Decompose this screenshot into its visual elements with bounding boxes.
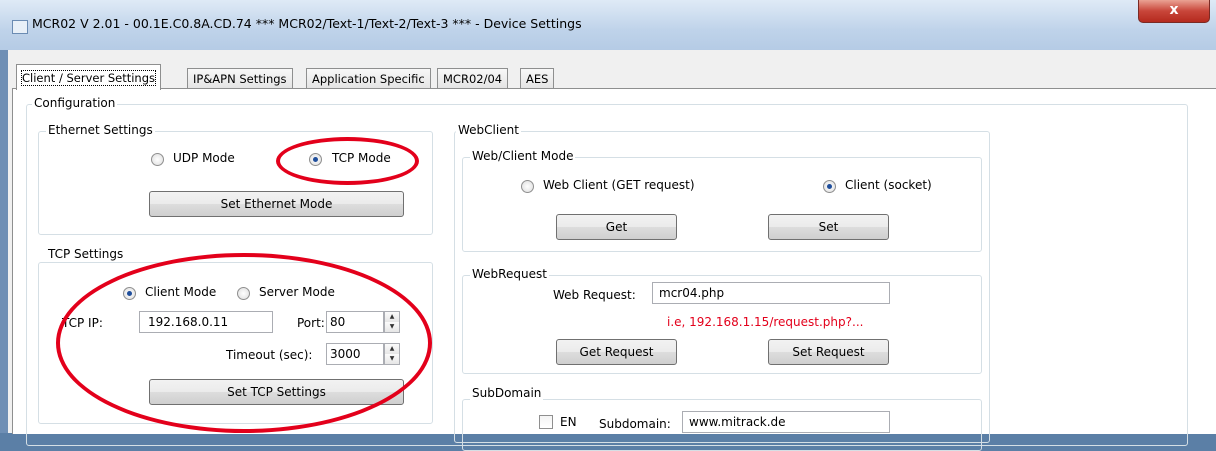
tcp-mode-label[interactable]: TCP Mode: [332, 151, 391, 165]
tab-label: AES: [526, 72, 549, 86]
tab-label: Client / Server Settings: [20, 70, 157, 86]
webclient-label: WebClient: [456, 123, 521, 137]
tcp-settings-label: TCP Settings: [46, 247, 126, 261]
close-button[interactable]: x: [1138, 0, 1210, 23]
subdomain-group-label: SubDomain: [470, 386, 544, 400]
client-mode-label[interactable]: Client Mode: [145, 285, 216, 299]
web-client-get-radio[interactable]: [521, 180, 534, 193]
port-input[interactable]: 80: [326, 311, 384, 333]
udp-mode-radio[interactable]: [151, 153, 164, 166]
subdomain-enable-label[interactable]: EN: [560, 415, 577, 429]
tab-mcr02-04[interactable]: MCR02/04: [437, 68, 509, 89]
timeout-input[interactable]: 3000: [326, 343, 384, 365]
client-socket-radio[interactable]: [823, 180, 836, 193]
window-titlebar[interactable]: MCR02 V 2.01 - 00.1E.C0.8A.CD.74 *** MCR…: [0, 0, 1216, 50]
web-request-hint: i.e, 192.168.1.15/request.php?...: [667, 315, 864, 329]
webrequest-label: WebRequest: [470, 267, 549, 281]
tab-label: IP&APN Settings: [193, 72, 287, 86]
subdomain-label: Subdomain:: [599, 417, 671, 431]
get-request-button[interactable]: Get Request: [556, 339, 677, 365]
spin-down-icon[interactable]: ▼: [385, 354, 399, 364]
client-socket-label[interactable]: Client (socket): [845, 178, 932, 192]
ethernet-settings-group: [38, 131, 433, 235]
close-icon: x: [1169, 2, 1179, 18]
port-spinner[interactable]: ▲ ▼: [384, 311, 400, 333]
set-ethernet-mode-button[interactable]: Set Ethernet Mode: [149, 191, 404, 217]
get-mode-button[interactable]: Get: [556, 214, 677, 240]
set-mode-button[interactable]: Set: [768, 214, 889, 240]
tcp-ip-label: TCP IP:: [62, 316, 103, 330]
configuration-group-label: Configuration: [32, 96, 118, 110]
udp-mode-label[interactable]: UDP Mode: [173, 151, 235, 165]
tab-label: Application Specific: [312, 72, 425, 86]
server-mode-label[interactable]: Server Mode: [259, 285, 335, 299]
tab-client-server-settings[interactable]: Client / Server Settings: [16, 64, 162, 90]
subdomain-enable-checkbox[interactable]: [539, 415, 553, 429]
tcp-ip-input[interactable]: 192.168.0.11: [139, 311, 273, 333]
spin-down-icon[interactable]: ▼: [385, 322, 399, 332]
tcp-mode-radio[interactable]: [309, 153, 322, 166]
server-mode-radio[interactable]: [237, 287, 250, 300]
web-client-mode-group: [462, 157, 982, 252]
window-title: MCR02 V 2.01 - 00.1E.C0.8A.CD.74 *** MCR…: [32, 16, 582, 31]
set-request-button[interactable]: Set Request: [768, 339, 889, 365]
app-icon: [12, 20, 28, 34]
set-tcp-settings-button[interactable]: Set TCP Settings: [149, 379, 404, 405]
web-client-mode-label: Web/Client Mode: [470, 149, 576, 163]
tab-application-specific[interactable]: Application Specific: [306, 68, 431, 89]
tab-aes[interactable]: AES: [520, 68, 555, 89]
timeout-spinner[interactable]: ▲ ▼: [384, 343, 400, 365]
subdomain-input[interactable]: www.mitrack.de: [682, 411, 890, 433]
timeout-label: Timeout (sec):: [226, 348, 313, 362]
client-mode-radio[interactable]: [123, 287, 136, 300]
port-label: Port:: [297, 316, 325, 330]
tab-ip-apn-settings[interactable]: IP&APN Settings: [187, 68, 293, 89]
web-request-input[interactable]: mcr04.php: [652, 282, 890, 304]
tab-label: MCR02/04: [443, 72, 503, 86]
web-request-label: Web Request:: [553, 288, 636, 302]
window-frame: [0, 50, 8, 433]
web-client-get-label[interactable]: Web Client (GET request): [543, 178, 695, 192]
ethernet-settings-label: Ethernet Settings: [46, 123, 155, 137]
